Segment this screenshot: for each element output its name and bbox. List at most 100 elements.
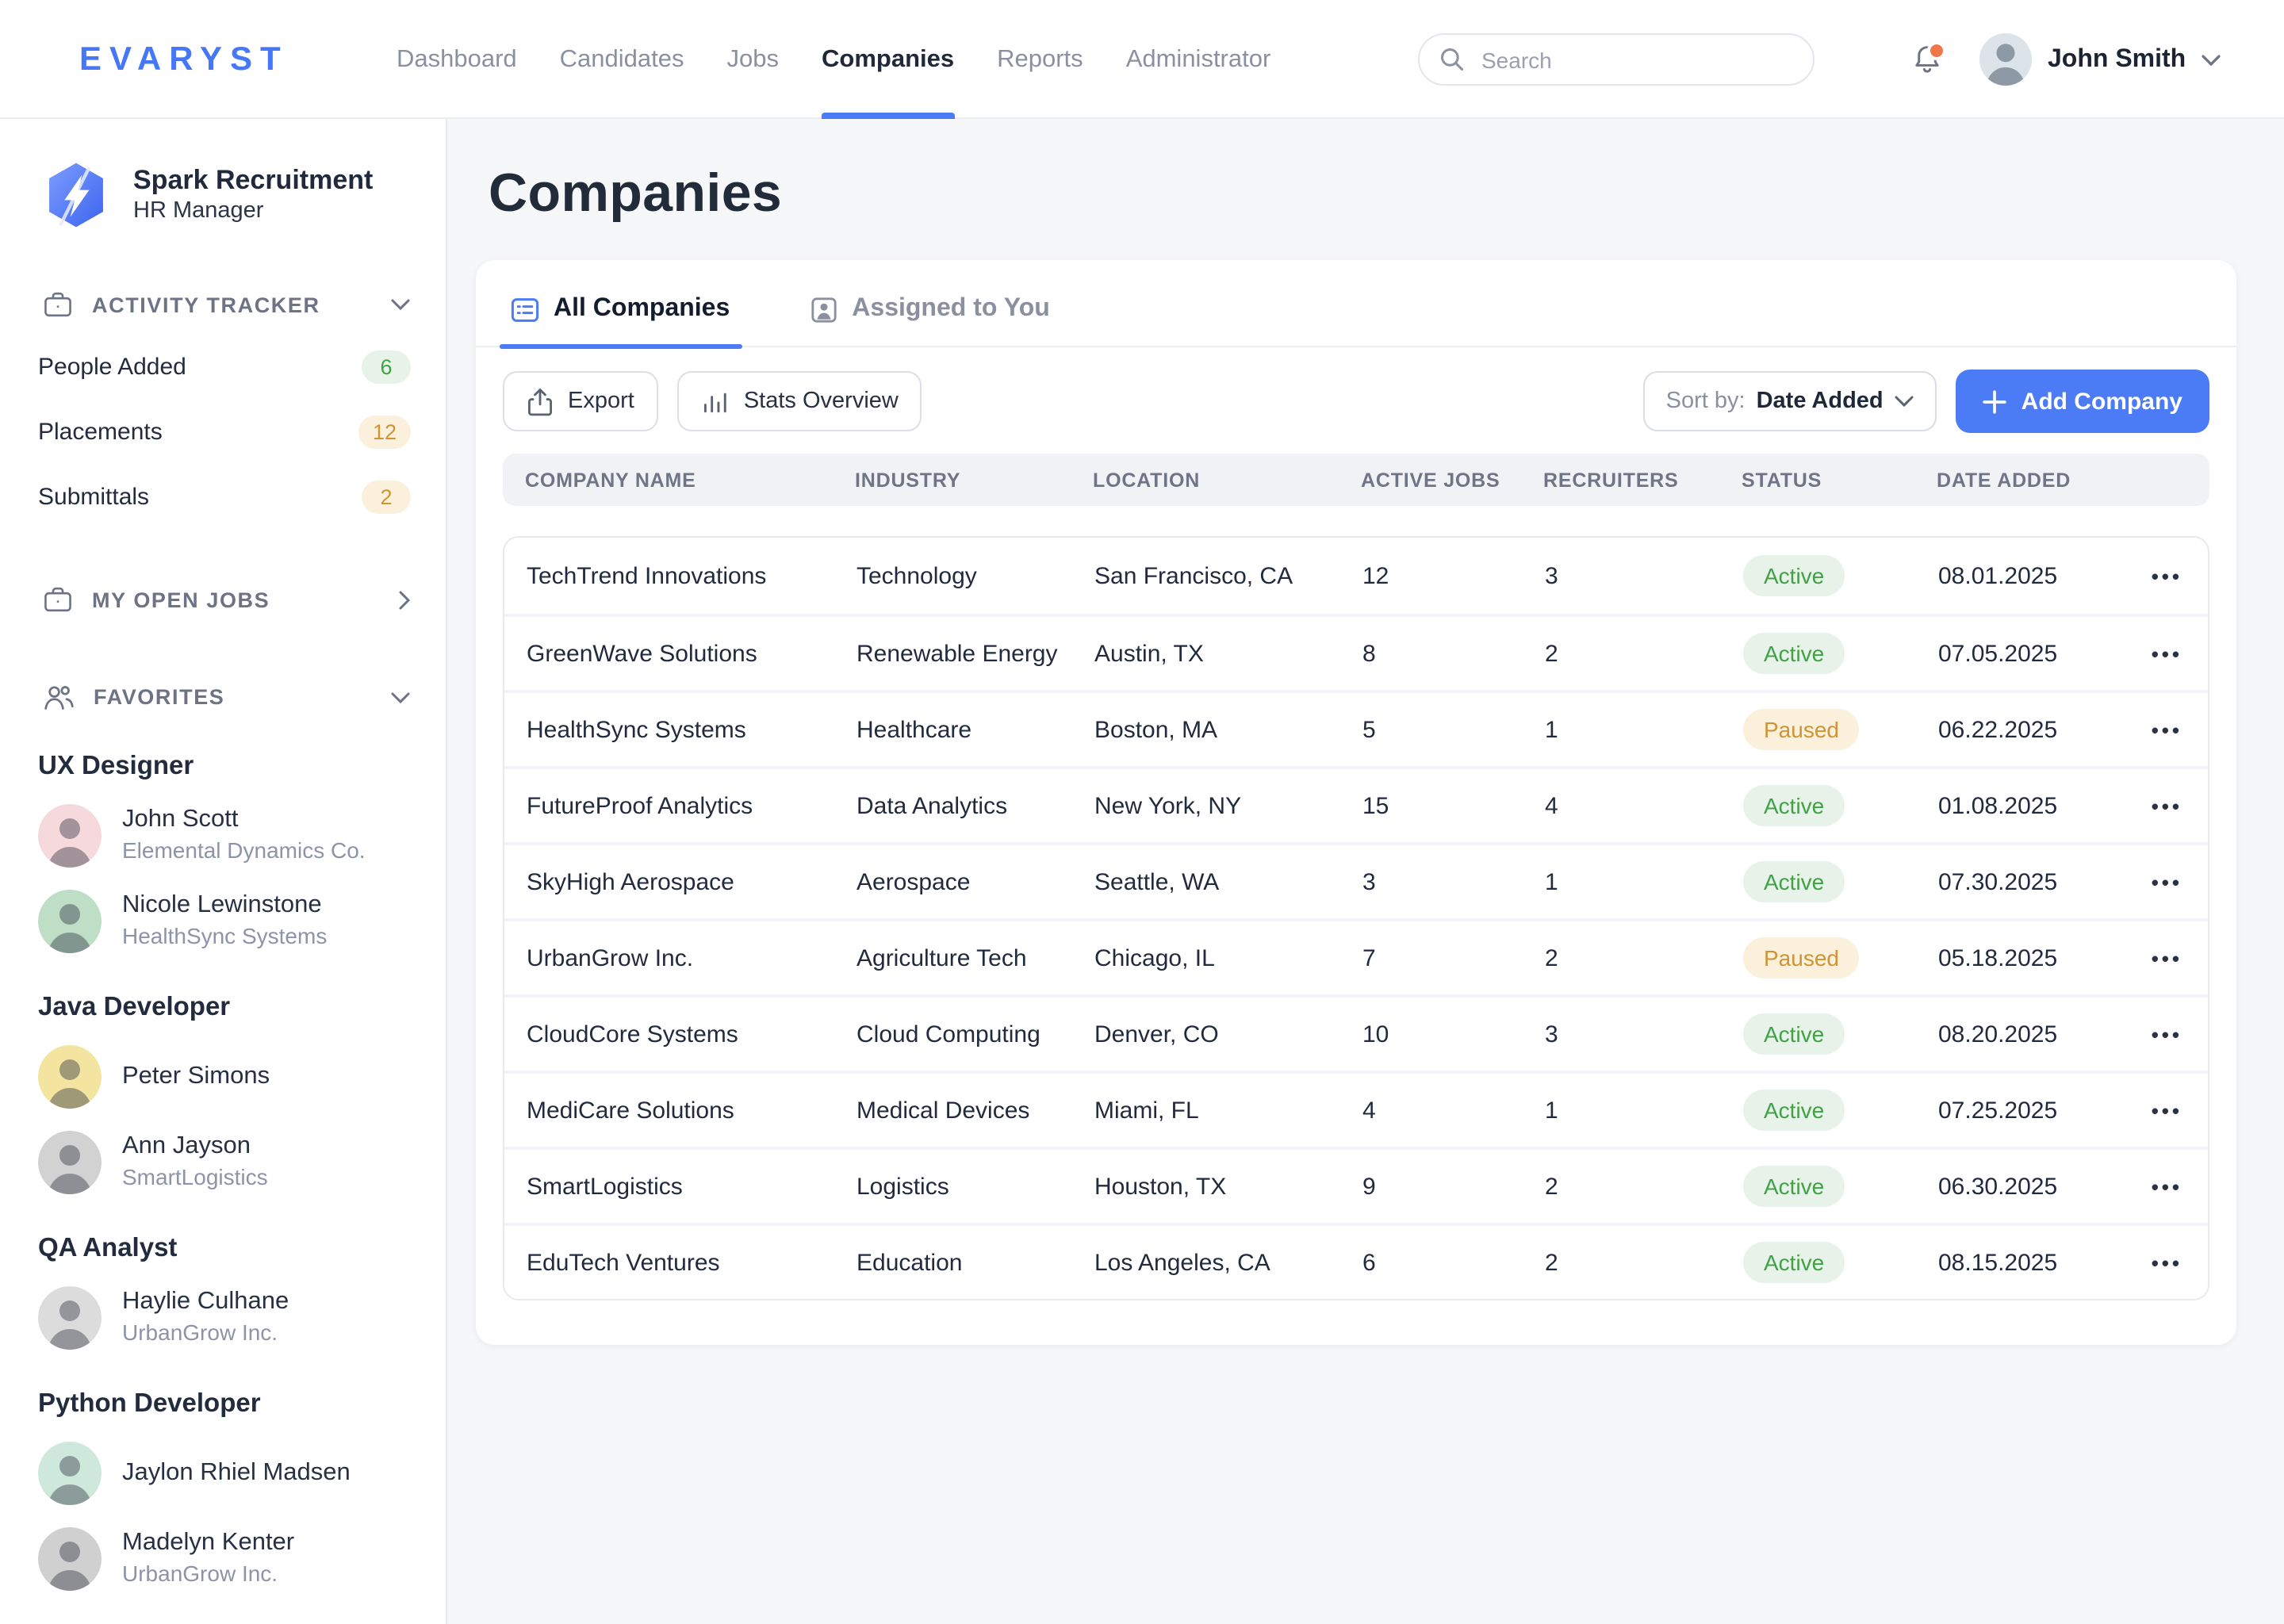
row-actions-button[interactable]: ••• (2152, 1098, 2208, 1122)
column-header-industry[interactable]: INDUSTRY (855, 469, 1093, 491)
export-button[interactable]: Export (503, 371, 658, 431)
cell-industry: Agriculture Tech (856, 944, 1094, 971)
row-actions-button[interactable]: ••• (2152, 642, 2208, 665)
notifications-button[interactable] (1910, 41, 1948, 79)
cell-industry: Healthcare (856, 716, 1094, 743)
favorite-person-jaylon-rhiel-madsen[interactable]: Jaylon Rhiel Madsen (38, 1442, 446, 1505)
org-block: Spark Recruitment HR Manager (41, 159, 446, 232)
nav-item-companies[interactable]: Companies (822, 0, 954, 119)
table-row-greenwave-solutions[interactable]: GreenWave SolutionsRenewable EnergyAusti… (504, 614, 2208, 690)
row-actions-button[interactable]: ••• (2152, 794, 2208, 818)
cell-company-name: GreenWave Solutions (527, 640, 856, 667)
org-name: Spark Recruitment (133, 163, 373, 197)
status-badge: Paused (1743, 937, 1860, 979)
favorite-person-nicole-lewinstone[interactable]: Nicole LewinstoneHealthSync Systems (38, 890, 446, 953)
activity-tracker-label: ACTIVITY TRACKER (92, 293, 320, 316)
column-header-active-jobs[interactable]: ACTIVE JOBS (1361, 469, 1543, 491)
chevron-down-icon (390, 691, 411, 703)
app-root: EVARYST Dashboard Candidates Jobs Companies… (0, 0, 2284, 1624)
user-avatar (1979, 33, 2032, 86)
section-activity-tracker[interactable]: ACTIVITY TRACKER (43, 290, 411, 319)
row-actions-button[interactable]: ••• (2152, 718, 2208, 741)
table-row-skyhigh-aerospace[interactable]: SkyHigh AerospaceAerospaceSeattle, WA31A… (504, 842, 2208, 918)
sort-value: Date Added (1757, 389, 1884, 414)
row-actions-button[interactable]: ••• (2152, 870, 2208, 894)
table-row-cloudcore-systems[interactable]: CloudCore SystemsCloud ComputingDenver, … (504, 994, 2208, 1071)
nav-item-reports[interactable]: Reports (997, 0, 1083, 119)
nav-item-administrator[interactable]: Administrator (1126, 0, 1271, 119)
cell-recruiters: 1 (1545, 868, 1743, 895)
avatar (38, 1045, 102, 1109)
section-my-open-jobs[interactable]: MY OPEN JOBS (43, 585, 411, 614)
person-name: Madelyn Kenter (122, 1527, 294, 1559)
favorite-person-haylie-culhane[interactable]: Haylie CulhaneUrbanGrow Inc. (38, 1286, 446, 1350)
cell-location: Denver, CO (1094, 1021, 1362, 1048)
cell-date-added: 08.15.2025 (1938, 1249, 2129, 1276)
table-row-techtrend-innovations[interactable]: TechTrend InnovationsTechnologySan Franc… (504, 538, 2208, 614)
cell-recruiters: 2 (1545, 640, 1743, 667)
tab-assigned-to-you[interactable]: Assigned to You (799, 292, 1063, 346)
activity-item-submittals[interactable]: Submittals2 (38, 481, 411, 514)
cell-industry: Data Analytics (856, 792, 1094, 819)
person-name: Ann Jayson (122, 1131, 268, 1162)
cell-active-jobs: 9 (1362, 1173, 1545, 1200)
favorite-person-john-scott[interactable]: John ScottElemental Dynamics Co. (38, 804, 446, 868)
cell-active-jobs: 5 (1362, 716, 1545, 743)
favorite-person-ann-jayson[interactable]: Ann JaysonSmartLogistics (38, 1131, 446, 1194)
column-header-company-name[interactable]: COMPANY NAME (525, 469, 855, 491)
table-row-edutech-ventures[interactable]: EduTech VenturesEducationLos Angeles, CA… (504, 1223, 2208, 1299)
table-row-medicare-solutions[interactable]: MediCare SolutionsMedical DevicesMiami, … (504, 1071, 2208, 1147)
cell-active-jobs: 12 (1362, 562, 1545, 589)
favorite-person-madelyn-kenter[interactable]: Madelyn KenterUrbanGrow Inc. (38, 1527, 446, 1591)
sort-dropdown[interactable]: Sort by: Date Added (1644, 371, 1937, 431)
tab-all-companies[interactable]: All Companies (500, 292, 742, 346)
column-header-status[interactable]: STATUS (1742, 469, 1937, 491)
search-input[interactable] (1478, 45, 1786, 74)
nav-item-candidates[interactable]: Candidates (560, 0, 684, 119)
favorites-label: FAVORITES (94, 685, 224, 709)
cell-active-jobs: 6 (1362, 1249, 1545, 1276)
column-header-location[interactable]: LOCATION (1093, 469, 1361, 491)
status-badge: Active (1743, 1166, 1845, 1207)
row-actions-button[interactable]: ••• (2152, 1251, 2208, 1274)
favorite-person-peter-simons[interactable]: Peter Simons (38, 1045, 446, 1109)
cell-company-name: CloudCore Systems (527, 1021, 856, 1048)
cell-industry: Education (856, 1249, 1094, 1276)
table-toolbar: Export Stats Overview Sort by: Date Adde… (503, 370, 2209, 433)
stats-overview-button[interactable]: Stats Overview (677, 371, 922, 431)
chevron-down-icon (1895, 395, 1915, 408)
table-row-futureproof-analytics[interactable]: FutureProof AnalyticsData AnalyticsNew Y… (504, 766, 2208, 842)
cell-recruiters: 1 (1545, 716, 1743, 743)
table-row-healthsync-systems[interactable]: HealthSync SystemsHealthcareBoston, MA51… (504, 690, 2208, 766)
nav-item-dashboard[interactable]: Dashboard (397, 0, 517, 119)
add-company-label: Add Company (2021, 388, 2182, 415)
cell-recruiters: 2 (1545, 1249, 1743, 1276)
cell-date-added: 06.30.2025 (1938, 1173, 2129, 1200)
person-text: Madelyn KenterUrbanGrow Inc. (122, 1527, 294, 1590)
cell-location: Houston, TX (1094, 1173, 1362, 1200)
brand-logo[interactable]: EVARYST (79, 41, 289, 79)
column-header-date-added[interactable]: DATE ADDED (1937, 469, 2127, 491)
row-actions-button[interactable]: ••• (2152, 1022, 2208, 1046)
person-name: Jaylon Rhiel Madsen (122, 1457, 351, 1489)
tab-label: Assigned to You (852, 295, 1050, 324)
table-row-smartlogistics[interactable]: SmartLogisticsLogisticsHouston, TX92Acti… (504, 1147, 2208, 1223)
status-badge: Active (1743, 861, 1845, 902)
add-company-button[interactable]: Add Company (1956, 370, 2209, 433)
table-row-urbangrow-inc[interactable]: UrbanGrow Inc.Agriculture TechChicago, I… (504, 918, 2208, 994)
page-title: Companies (489, 163, 2284, 225)
activity-item-placements[interactable]: Placements12 (38, 416, 411, 449)
row-actions-button[interactable]: ••• (2152, 564, 2208, 588)
activity-item-people-added[interactable]: People Added6 (38, 350, 411, 384)
user-menu[interactable]: John Smith (1979, 33, 2221, 86)
person-company: UrbanGrow Inc. (122, 1319, 289, 1350)
cell-company-name: HealthSync Systems (527, 716, 856, 743)
column-header-recruiters[interactable]: RECRUITERS (1543, 469, 1742, 491)
notification-dot (1927, 41, 1946, 60)
nav-item-jobs[interactable]: Jobs (727, 0, 780, 119)
search-box[interactable] (1418, 33, 1815, 86)
status-badge: Active (1743, 785, 1845, 826)
row-actions-button[interactable]: ••• (2152, 1174, 2208, 1198)
row-actions-button[interactable]: ••• (2152, 946, 2208, 970)
section-favorites[interactable]: FAVORITES (43, 682, 411, 712)
